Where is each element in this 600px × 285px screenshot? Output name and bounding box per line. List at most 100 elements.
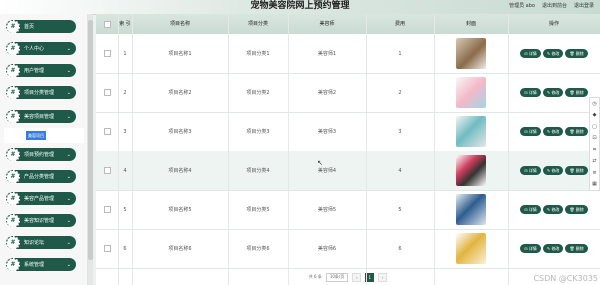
logout-link[interactable]: 退出登录 [574,2,594,9]
gear-icon: # [6,19,20,34]
tool-clock-icon[interactable]: ◷ [592,101,596,107]
row-checkbox[interactable] [96,190,118,229]
sidebar-item-4[interactable]: # 美容项目管理 ⌄ [6,109,76,124]
table-header: 索 引 项目名称 项目分类 美容师 费用 封面 操作 [96,14,600,34]
edit-button[interactable]: ✎ 修改 [541,204,565,215]
delete-label: 删除 [575,206,584,212]
sidebar-item-3[interactable]: # 项目分类管理 ⌄ [6,85,76,100]
row-checkbox[interactable] [96,151,118,190]
sidebar-scroll-thumb[interactable] [88,20,93,260]
delete-button[interactable]: 🗑 删除 [564,126,590,137]
edit-label: 修改 [551,89,560,95]
prev-page-button[interactable]: ‹ [352,272,362,282]
tool-grid-icon[interactable]: ▦ [592,181,597,187]
next-page-button[interactable]: › [378,272,388,282]
edit-button[interactable]: ✎ 修改 [541,48,565,59]
delete-button[interactable]: 🗑 删除 [564,243,590,254]
row-cover [434,190,508,229]
tool-drop-icon[interactable]: ◆ [593,112,597,118]
delete-button[interactable]: 🗑 删除 [564,204,590,215]
edit-button[interactable]: ✎ 修改 [541,165,565,176]
row-checkbox[interactable] [96,112,118,151]
detail-button[interactable]: ⊟ 详情 [519,165,542,176]
chevron-down-icon: ⌄ [66,45,71,52]
row-cover [434,112,508,151]
column-divider [228,14,229,285]
sidebar-item-label: 项目分类管理 [24,90,55,96]
sidebar-item-9[interactable]: # 知识论坛 ⌄ [6,235,76,250]
detail-button[interactable]: ⊟ 详情 [519,204,542,215]
gear-icon: # [6,191,20,206]
tool-bookmark-icon[interactable]: ⊡ [592,135,596,141]
sidebar-item-0[interactable]: # 首页 [6,19,76,34]
total-count: 共 6 条 [308,274,322,279]
row-checkbox[interactable] [96,229,118,268]
chevron-down-icon: ⌄ [66,261,71,268]
detail-label: 详情 [528,50,537,56]
sidebar-item-6[interactable]: # 产品分类管理 ⌄ [6,169,76,184]
edit-label: 修改 [551,167,560,173]
row-category: 项目分类5 [246,207,270,213]
row-beautician: 美容师6 [317,246,337,252]
chevron-down-icon: ⌄ [66,151,71,158]
chevron-down-icon: ⌄ [66,239,71,246]
sidebar-item-2[interactable]: # 用户管理 ⌄ [6,63,76,78]
tool-copy-icon[interactable]: ▢ [592,124,597,130]
sidebar-item-1[interactable]: # 个人中心 ⌄ [6,41,76,56]
detail-button[interactable]: ⊟ 详情 [519,243,542,254]
cover-image[interactable] [456,77,486,108]
edit-button[interactable]: ✎ 修改 [541,87,565,98]
row-index: 4 [123,167,127,174]
row-category: 项目分类2 [246,90,270,96]
delete-label: 删除 [575,128,584,134]
row-checkbox[interactable] [96,34,118,73]
sidebar-item-8[interactable]: # 美容知识管理 ⌄ [6,213,76,228]
row-index: 2 [123,89,127,96]
sidebar-item-label: 产品分类管理 [24,174,55,180]
gear-icon: # [6,109,20,124]
back-to-front-link[interactable]: 退出到前台 [542,2,567,9]
tool-crop-icon[interactable]: ⌗ [593,147,596,153]
sidebar-item-label: 知识论坛 [24,240,45,246]
detail-button[interactable]: ⊟ 详情 [519,48,542,59]
row-fee: 1 [398,50,402,57]
cover-image[interactable] [456,155,486,186]
sidebar-item-5[interactable]: # 项目预约管理 ⌄ [6,147,76,162]
delete-button[interactable]: 🗑 删除 [564,48,590,59]
submenu-item-beauty-project[interactable]: 美容项目 [26,131,46,140]
row-beautician: 美容师5 [317,207,337,213]
admin-user-link[interactable]: 管理员 abo [509,2,535,9]
row-category: 项目分类3 [246,129,270,135]
top-links: 管理员 abo 退出到前台 退出登录 [509,2,594,9]
sidebar-item-10[interactable]: # 系统管理 ⌄ [6,257,76,272]
pagination: 共 6 条 10条/页 ‹ 1 › [96,270,600,284]
cover-image[interactable] [456,116,486,147]
cover-image[interactable] [456,194,486,225]
row-beautician: 美容师1 [317,51,337,57]
table-row: 1 项目名称1 项目分类1 美容师1 1 ⊟ 详情 ✎ 修改 🗑 删除 [96,34,600,74]
detail-button[interactable]: ⊟ 详情 [519,126,542,137]
sidebar-item-7[interactable]: # 美容产品管理 ⌄ [6,191,76,206]
row-actions: ⊟ 详情 ✎ 修改 🗑 删除 [508,34,600,73]
col-cover: 封面 [465,21,476,27]
col-category: 项目分类 [247,21,268,27]
gear-icon: # [6,257,20,272]
tool-list-icon[interactable]: ≡ [592,170,596,176]
tool-share-icon[interactable]: ⇄ [592,158,596,164]
delete-button[interactable]: 🗑 删除 [564,87,590,98]
cover-image[interactable] [456,233,486,264]
page-size-select[interactable]: 10条/页 [325,272,349,282]
sidebar-item-label: 项目预约管理 [24,152,55,158]
delete-button[interactable]: 🗑 删除 [564,165,590,176]
detail-button[interactable]: ⊟ 详情 [519,87,542,98]
column-divider [288,14,289,285]
column-divider [132,14,133,285]
select-all-checkbox[interactable] [96,14,118,34]
table-row: 3 项目名称3 项目分类3 美容师3 3 ⊟ 详情 ✎ 修改 🗑 删除 [96,112,600,152]
cover-image[interactable] [456,38,486,69]
sidebar-item-label: 用户管理 [24,68,45,74]
detail-label: 详情 [528,167,537,173]
edit-button[interactable]: ✎ 修改 [541,126,565,137]
row-checkbox[interactable] [96,73,118,112]
edit-button[interactable]: ✎ 修改 [541,243,565,254]
